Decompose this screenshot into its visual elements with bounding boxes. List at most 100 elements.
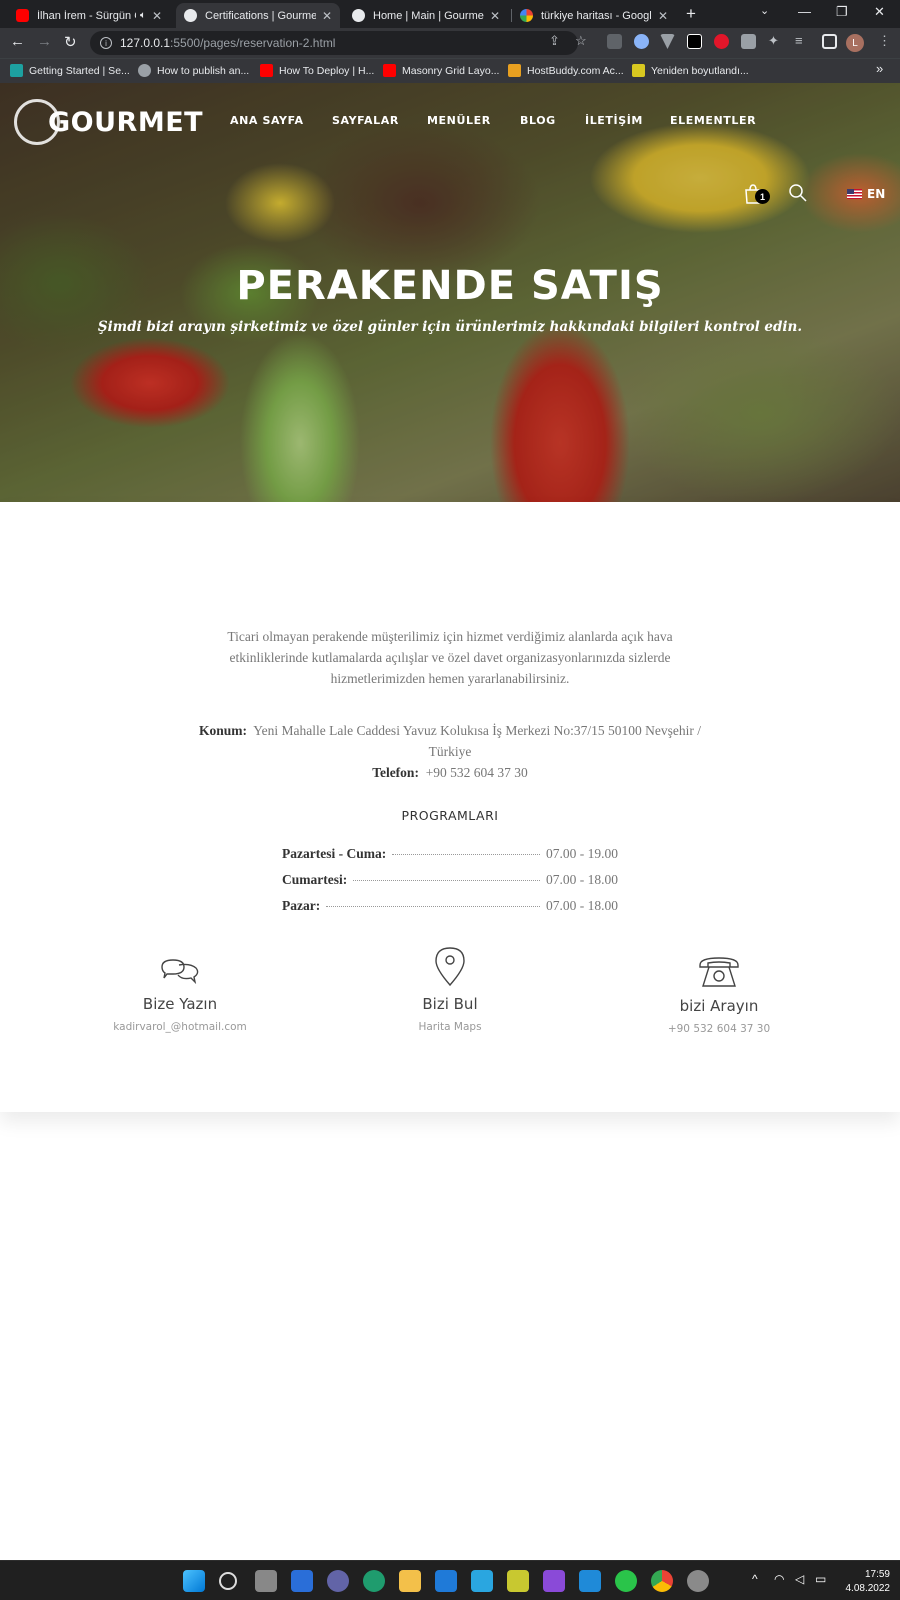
media-control-icon[interactable]: ≡ [795,33,803,48]
teams-chat-icon[interactable] [327,1570,349,1592]
close-tab-icon[interactable]: ✕ [152,9,162,23]
contact-map-link[interactable]: Harita Maps [340,1021,560,1033]
schedule-row: Cumartesi: 07.00 - 18.00 [282,872,618,892]
side-panel-icon[interactable] [822,34,837,49]
back-arrow-icon[interactable]: ← [10,33,25,50]
volume-icon[interactable]: ◁ [795,1572,804,1586]
reload-icon[interactable]: ↻ [64,33,77,51]
bookmark-item[interactable]: Yeniden boyutlandı... [632,64,749,77]
profile-avatar[interactable]: L [846,34,864,52]
close-window-button[interactable]: ✕ [874,4,885,20]
bookmark-star-icon[interactable]: ☆ [575,33,587,49]
close-tab-icon[interactable]: ✕ [490,9,500,23]
vscode-icon[interactable] [579,1570,601,1592]
search-icon[interactable] [788,183,808,203]
nav-iletisim[interactable]: İLETİŞİM [585,114,643,127]
globe-icon [138,64,151,77]
widgets-icon[interactable] [291,1570,313,1592]
windows-start-icon[interactable] [183,1570,205,1592]
opera-extension-icon[interactable] [714,34,729,49]
app-l-icon[interactable] [471,1570,493,1592]
tab-title: İlhan İrem - Sürgün G [37,9,136,22]
schedule-hours: 07.00 - 18.00 [546,898,618,913]
nav-sayfalar[interactable]: SAYFALAR [332,114,399,127]
youtube-icon [260,64,273,77]
bookmark-item[interactable]: How to publish an... [138,64,249,77]
browser-tab-4[interactable]: türkiye haritası - Google A ✕ [512,3,676,28]
page-subtitle: Şimdi bizi arayın şirketimiz ve özel gün… [97,319,803,335]
browser-tab-2[interactable]: Certifications | Gourmet ✕ [176,3,340,28]
close-tab-icon[interactable]: ✕ [322,9,332,23]
minimize-button[interactable]: — [798,4,811,19]
schedule-day: Pazartesi - Cuma: [282,846,387,861]
contact-find-us[interactable]: Bizi Bul Harita Maps [340,945,560,1033]
extension-icon[interactable] [741,34,756,49]
pen-extension-icon[interactable] [607,34,622,49]
programs-heading: PROGRAMLARI [401,808,499,823]
vue-extension-icon[interactable] [660,34,675,49]
system-clock[interactable]: 17:59 4.08.2022 [846,1568,891,1596]
new-tab-button[interactable]: + [686,4,696,24]
restore-button[interactable]: ❐ [836,4,848,20]
browser-tab-3[interactable]: Home | Main | Gourmet ✕ [344,3,508,28]
bookmark-item[interactable]: HostBuddy.com Ac... [508,64,624,77]
close-tab-icon[interactable]: ✕ [658,9,668,23]
content-section: Ticari olmayan perakende müşterilimiz iç… [0,502,900,1112]
contact-phone[interactable]: +90 532 604 37 30 [609,1023,829,1035]
battery-icon[interactable]: ▭ [815,1572,826,1586]
nav-elementler[interactable]: ELEMENTLER [670,114,756,127]
dotted-leader [353,880,540,881]
task-view-icon[interactable] [255,1570,277,1592]
visual-studio-icon[interactable] [543,1570,565,1592]
language-selector[interactable]: EN [847,187,885,201]
phone-line: Telefon: +90 532 604 37 30 [0,765,900,781]
resize-icon [632,64,645,77]
chrome-icon[interactable] [651,1570,673,1592]
nav-ana-sayfa[interactable]: ANA SAYFA [230,114,304,127]
mail-icon[interactable] [435,1570,457,1592]
share-icon[interactable]: ⇪ [549,33,560,49]
bookmark-label: Getting Started | Se... [29,64,130,77]
url-host: 127.0.0.1 [120,36,171,50]
tab-title: Home | Main | Gourmet [373,9,484,22]
page-title: PERAKENDE SATIŞ [236,263,664,309]
contact-call-us[interactable]: bizi Arayın +90 532 604 37 30 [609,955,829,1035]
logo-text: GOURMET [48,106,204,138]
tab-search-chevron-icon[interactable]: ⌄ [760,4,769,17]
site-info-icon[interactable]: i [100,37,112,49]
bookmark-label: How to publish an... [157,64,250,77]
contact-email[interactable]: kadirvarol_@hotmail.com [70,1021,290,1033]
more-menu-icon[interactable]: ⋮ [878,33,891,49]
youtube-icon [16,9,29,22]
bookmark-item[interactable]: How To Deploy | H... [260,64,374,77]
search-icon[interactable] [219,1572,237,1590]
font-extension-icon[interactable] [687,34,702,49]
bookmark-item[interactable]: Masonry Grid Layo... [383,64,499,77]
telephone-icon [699,957,739,987]
bookmarks-more[interactable]: » [876,61,883,76]
browser-toolbar: ← → ↻ i 127.0.0.1:5500/pages/reservation… [0,28,900,58]
url-path: :5500/pages/reservation-2.html [170,36,336,50]
tray-chevron-icon[interactable]: ^ [752,1572,758,1586]
file-explorer-icon[interactable] [399,1570,421,1592]
address-bar[interactable]: i 127.0.0.1:5500/pages/reservation-2.htm… [90,31,578,55]
chat-icon [161,959,199,985]
whatsapp-icon[interactable] [615,1570,637,1592]
nav-blog[interactable]: BLOG [520,114,556,127]
hero-banner: GOURMET ANA SAYFA SAYFALAR MENÜLER BLOG … [0,83,900,502]
nav-menuler[interactable]: MENÜLER [427,114,491,127]
edge-icon[interactable] [363,1570,385,1592]
puzzle-icon[interactable]: ✦ [768,33,779,49]
forward-arrow-icon[interactable]: → [37,33,52,50]
contact-write-us[interactable]: Bize Yazın kadirvarol_@hotmail.com [70,957,290,1033]
settings-gear-icon[interactable] [687,1570,709,1592]
wifi-icon[interactable]: ◠ [774,1572,784,1586]
browser-tab-1[interactable]: İlhan İrem - Sürgün G 🔈︎ ✕ [8,3,170,28]
language-label: EN [867,187,886,201]
site-logo[interactable]: GOURMET [14,99,203,145]
bookmark-item[interactable]: Getting Started | Se... [10,64,130,77]
speaker-icon[interactable]: 🔈︎ [140,10,146,21]
react-extension-icon[interactable] [634,34,649,49]
location-line: Konum: Yeni Mahalle Lale Caddesi Yavuz K… [190,720,710,762]
app-icon[interactable] [507,1570,529,1592]
